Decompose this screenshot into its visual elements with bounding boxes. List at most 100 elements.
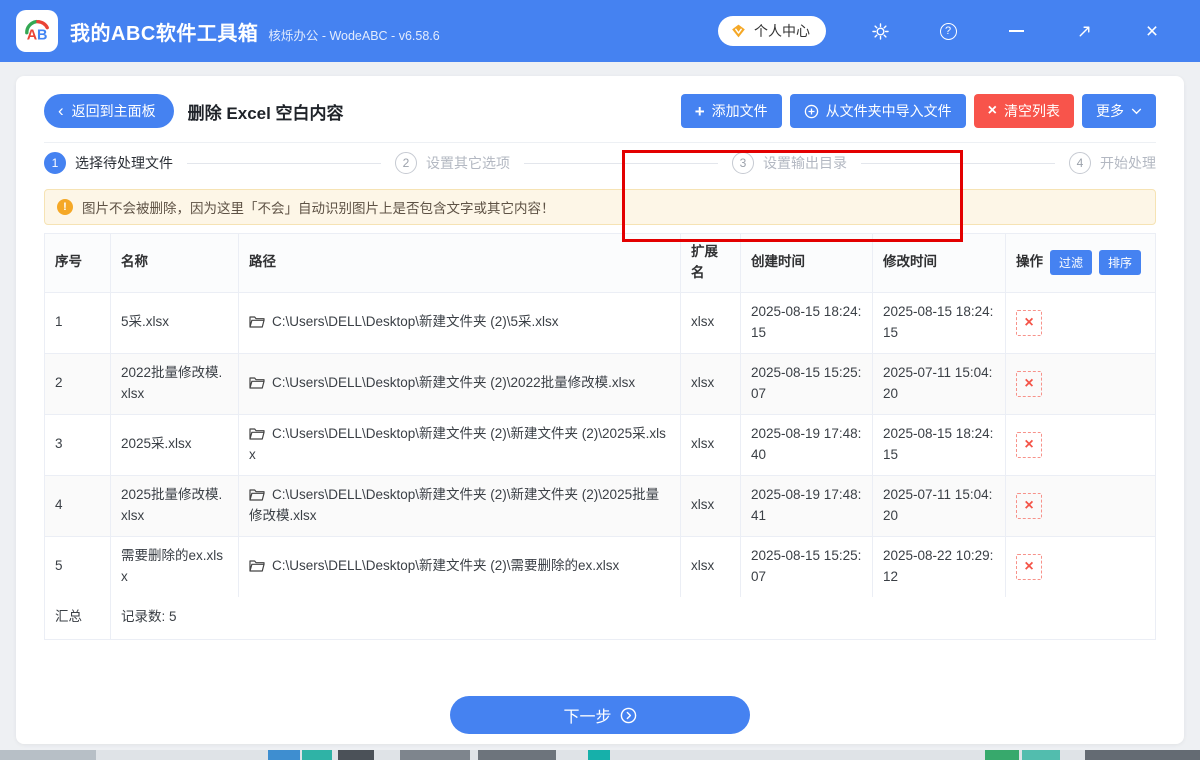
modified-time-cell: 2025-07-11 15:04:20 <box>873 353 1006 414</box>
step-2-circle: 2 <box>395 152 417 174</box>
filter-button[interactable]: 过滤 <box>1050 250 1093 276</box>
circled-plus-icon <box>804 104 819 119</box>
toolbar: ‹ 返回到主面板 删除 Excel 空白内容 + 添加文件 从文件夹中导入文件 … <box>44 76 1156 143</box>
back-to-dashboard-button[interactable]: ‹ 返回到主面板 <box>44 94 174 128</box>
plus-icon: + <box>694 101 705 121</box>
row-index-cell: 5 <box>45 536 111 597</box>
header-name: 名称 <box>111 234 239 292</box>
header-ext: 扩展名 <box>681 234 741 292</box>
settings-gear-icon[interactable] <box>852 0 908 62</box>
add-files-label: 添加文件 <box>711 103 768 119</box>
file-path-cell: C:\Users\DELL\Desktop\新建文件夹 (2)\2022批量修改… <box>239 353 681 414</box>
file-path-cell: C:\Users\DELL\Desktop\新建文件夹 (2)\新建文件夹 (2… <box>239 414 681 475</box>
page-title: 删除 Excel 空白内容 <box>187 103 344 123</box>
arrow-right-circle-icon <box>620 707 637 724</box>
titlebar: A B 我的ABC软件工具箱 核烁办公 - WodeABC - v6.58.6 … <box>0 0 1200 62</box>
warning-text: 图片不会被删除，因为这里「不会」自动识别图片上是否包含文字或其它内容！ <box>82 201 555 216</box>
step-3-output-dir: 3 设置输出目录 <box>732 152 847 174</box>
summary-row: 汇总 记录数: 5 <box>45 596 1155 639</box>
step-3-circle: 3 <box>732 152 754 174</box>
record-count: 记录数: 5 <box>121 609 177 625</box>
clear-list-label: 清空列表 <box>1004 103 1060 119</box>
file-name-cell: 2025采.xlsx <box>111 414 239 475</box>
file-path-cell: C:\Users\DELL\Desktop\新建文件夹 (2)\新建文件夹 (2… <box>239 475 681 536</box>
step-2-label: 设置其它选项 <box>426 155 510 171</box>
next-step-label: 下一步 <box>563 709 612 726</box>
add-files-button[interactable]: + 添加文件 <box>680 94 782 128</box>
svg-text:B: B <box>37 28 47 44</box>
created-time-cell: 2025-08-15 18:24:15 <box>741 292 873 353</box>
app-subtitle: 核烁办公 - WodeABC - v6.58.6 <box>268 28 440 43</box>
vip-gem-icon <box>730 23 747 39</box>
remove-file-button[interactable]: × <box>1016 309 1042 336</box>
step-4-start-processing: 4 开始处理 <box>1069 152 1156 174</box>
table-row: 5 需要删除的ex.xlsx C:\Users\DELL\Desktop\新建文件夹… <box>45 536 1155 597</box>
minimize-glyph <box>1008 30 1024 32</box>
sort-button[interactable]: 排序 <box>1099 250 1142 276</box>
header-actions-label: 操作 <box>1016 254 1043 270</box>
import-from-folder-button[interactable]: 从文件夹中导入文件 <box>789 94 966 128</box>
resize-icon[interactable] <box>1056 0 1112 62</box>
table-row: 4 2025批量修改模.xlsx C:\Users\DELL\Desktop\新建文… <box>45 475 1155 537</box>
step-2-other-options: 2 设置其它选项 <box>395 152 510 174</box>
step-connector <box>524 162 718 164</box>
header-actions: 操作 过滤 排序 <box>1006 234 1155 292</box>
file-name-cell: 需要删除的ex.xlsx <box>111 536 239 597</box>
minimize-icon[interactable] <box>988 0 1044 62</box>
file-path-cell: C:\Users\DELL\Desktop\新建文件夹 (2)\5采.xlsx <box>239 292 681 353</box>
folder-icon <box>249 316 265 328</box>
file-table: 序号 名称 路径 扩展名 创建时间 修改时间 操作 过滤 排序 1 5采.xlsx… <box>44 233 1156 640</box>
row-actions-cell: × <box>1006 293 1155 353</box>
step-3-label: 设置输出目录 <box>763 155 847 171</box>
app-logo-icon: A B <box>25 19 49 44</box>
remove-file-button[interactable]: × <box>1016 431 1042 458</box>
chevron-down-icon <box>1131 108 1142 115</box>
warning-banner: ! 图片不会被删除，因为这里「不会」自动识别图片上是否包含文字或其它内容！ <box>44 189 1156 225</box>
file-ext-cell: xlsx <box>681 353 741 414</box>
file-name-cell: 2025批量修改模.xlsx <box>111 475 239 536</box>
title-wrap: 我的ABC软件工具箱 核烁办公 - WodeABC - v6.58.6 <box>70 17 440 46</box>
folder-icon <box>249 489 265 501</box>
file-name-cell: 2022批量修改模.xlsx <box>111 353 239 414</box>
svg-text:A: A <box>27 28 38 44</box>
x-icon: × <box>987 102 997 119</box>
main-area: ‹ 返回到主面板 删除 Excel 空白内容 + 添加文件 从文件夹中导入文件 … <box>0 62 1200 750</box>
modified-time-cell: 2025-08-22 10:29:12 <box>873 536 1006 597</box>
warning-icon: ! <box>57 199 73 215</box>
folder-icon <box>249 428 265 440</box>
clear-list-button[interactable]: × 清空列表 <box>973 94 1074 128</box>
next-step-button[interactable]: 下一步 <box>450 696 750 734</box>
row-index-cell: 3 <box>45 414 111 475</box>
help-icon[interactable]: ? <box>920 0 976 62</box>
folder-icon <box>249 377 265 389</box>
row-actions-cell: × <box>1006 354 1155 414</box>
created-time-cell: 2025-08-15 15:25:07 <box>741 536 873 597</box>
account-center-button[interactable]: 个人中心 <box>718 16 826 46</box>
close-icon[interactable]: × <box>1124 0 1180 62</box>
file-name-cell: 5采.xlsx <box>111 292 239 353</box>
step-4-label: 开始处理 <box>1100 155 1156 171</box>
table-row: 1 5采.xlsx C:\Users\DELL\Desktop\新建文件夹 (2)\… <box>45 292 1155 354</box>
help-question-glyph: ? <box>939 22 957 40</box>
folder-icon <box>249 560 265 572</box>
summary-label: 汇总 <box>45 596 111 639</box>
header-modified: 修改时间 <box>873 234 1006 292</box>
remove-file-button[interactable]: × <box>1016 492 1042 519</box>
step-connector <box>187 162 381 164</box>
account-center-label: 个人中心 <box>754 23 810 39</box>
table-row: 3 2025采.xlsx C:\Users\DELL\Desktop\新建文件夹 (… <box>45 414 1155 476</box>
step-1-select-files: 1 选择待处理文件 <box>44 152 173 174</box>
created-time-cell: 2025-08-15 15:25:07 <box>741 353 873 414</box>
file-path-cell: C:\Users\DELL\Desktop\新建文件夹 (2)\需要删除的ex.… <box>239 536 681 597</box>
remove-file-button[interactable]: × <box>1016 370 1042 397</box>
more-button[interactable]: 更多 <box>1082 94 1156 128</box>
modified-time-cell: 2025-08-15 18:24:15 <box>873 292 1006 353</box>
step-1-circle: 1 <box>44 152 66 174</box>
step-connector <box>861 162 1055 164</box>
modified-time-cell: 2025-08-15 18:24:15 <box>873 414 1006 475</box>
table-row: 2 2022批量修改模.xlsx C:\Users\DELL\Desktop\新建文… <box>45 353 1155 415</box>
created-time-cell: 2025-08-19 17:48:40 <box>741 414 873 475</box>
created-time-cell: 2025-08-19 17:48:41 <box>741 475 873 536</box>
import-from-folder-label: 从文件夹中导入文件 <box>825 103 952 119</box>
remove-file-button[interactable]: × <box>1016 553 1042 580</box>
